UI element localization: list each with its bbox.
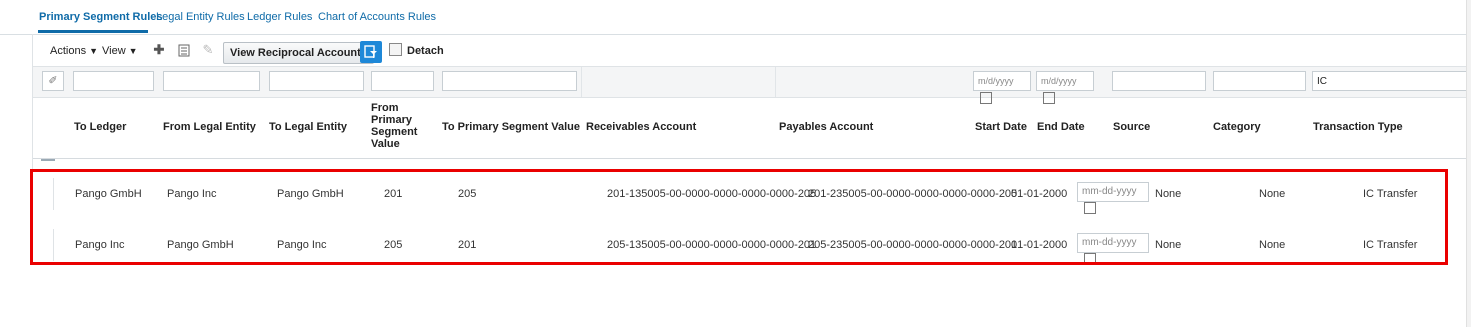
cell-receivables-account: 205-135005-00-0000-0000-0000-0000-201 xyxy=(607,239,817,251)
col-to-legal-entity[interactable]: To Legal Entity xyxy=(269,121,347,133)
table-row[interactable]: Pango GmbH Pango Inc Pango GmbH 201 205 … xyxy=(33,170,1471,218)
cell-to-legal-entity: Pango Inc xyxy=(277,239,327,251)
rules-table-panel: Actions ▼ View ▼ ✚ ✎ View Reciprocal Accou… xyxy=(32,34,1471,265)
cell-receivables-account: 201-135005-00-0000-0000-0000-0000-205 xyxy=(607,188,817,200)
tab-primary-segment-rules[interactable]: Primary Segment Rules xyxy=(39,11,163,23)
col-to-primary-segment-value[interactable]: To Primary Segment Value xyxy=(442,121,580,133)
cell-to-ledger: Pango Inc xyxy=(75,239,125,251)
tab-legal-entity-rules[interactable]: Legal Entity Rules xyxy=(156,11,245,23)
cell-to-legal-entity: Pango GmbH xyxy=(277,188,344,200)
col-receivables-account[interactable]: Receivables Account xyxy=(586,121,696,133)
chevron-down-icon: ▼ xyxy=(89,46,98,56)
cell-transaction-type: IC Transfer xyxy=(1363,188,1418,200)
column-divider xyxy=(775,67,776,97)
detach-label: Detach xyxy=(407,45,444,57)
filter-to-primary-segment[interactable] xyxy=(442,71,577,91)
tab-ledger-rules[interactable]: Ledger Rules xyxy=(247,11,312,23)
cell-from-legal-entity: Pango Inc xyxy=(167,188,217,200)
col-source[interactable]: Source xyxy=(1113,121,1150,133)
cell-to-primary-segment: 205 xyxy=(458,188,477,200)
cell-from-primary-segment: 205 xyxy=(384,239,403,251)
filter-transaction-type[interactable] xyxy=(1312,71,1470,91)
filter-from-legal-entity[interactable] xyxy=(163,71,260,91)
row-selector[interactable] xyxy=(53,229,54,261)
cell-transaction-type: IC Transfer xyxy=(1363,239,1418,251)
cell-start-date: 01-01-2000 xyxy=(1011,239,1068,251)
filter-start-date[interactable]: m/d/yyyy xyxy=(973,71,1031,104)
cell-start-date: 01-01-2000 xyxy=(1011,188,1068,200)
col-transaction-type[interactable]: Transaction Type xyxy=(1313,121,1403,133)
cell-category: None xyxy=(1259,188,1286,200)
filter-source[interactable] xyxy=(1112,71,1206,91)
view-reciprocal-accounts-button[interactable]: View Reciprocal Accounts xyxy=(223,42,374,64)
cell-category: None xyxy=(1259,239,1286,251)
column-header-row: To Ledger From Legal Entity To Legal Ent… xyxy=(33,96,1471,159)
col-from-legal-entity[interactable]: From Legal Entity xyxy=(163,121,256,133)
column-divider xyxy=(581,67,582,97)
end-date-input[interactable]: mm-dd-yyyy xyxy=(1077,233,1149,265)
cell-to-primary-segment: 201 xyxy=(458,239,477,251)
col-start-date[interactable]: Start Date xyxy=(975,121,1027,133)
add-icon[interactable]: ✚ xyxy=(152,42,166,57)
vertical-scrollbar[interactable] xyxy=(1466,0,1471,327)
detach-icon xyxy=(389,43,402,56)
subtab-bar: Primary Segment Rules Legal Entity Rules… xyxy=(0,0,1471,35)
end-date-placeholder: m/d/yyyy xyxy=(1041,76,1077,86)
active-tab-indicator xyxy=(38,30,148,33)
row-header-marker xyxy=(41,159,55,161)
qbe-pencil-icon[interactable]: ✐ xyxy=(42,71,64,91)
chevron-down-icon: ▼ xyxy=(128,46,138,56)
actions-menu[interactable]: Actions ▼ xyxy=(50,45,98,57)
edit-list-icon[interactable] xyxy=(177,43,191,57)
calendar-icon[interactable] xyxy=(1084,253,1096,265)
cell-from-legal-entity: Pango GmbH xyxy=(167,239,234,251)
calendar-icon[interactable] xyxy=(1084,202,1096,214)
filter-to-ledger[interactable] xyxy=(73,71,154,91)
col-to-ledger[interactable]: To Ledger xyxy=(74,121,126,133)
cell-payables-account: 201-235005-00-0000-0000-0000-0000-205 xyxy=(808,188,1018,200)
query-by-example-row: ✐ m/d/yyyy m/d/yyyy xyxy=(33,66,1471,104)
start-date-placeholder: m/d/yyyy xyxy=(978,76,1014,86)
filter-icon[interactable] xyxy=(360,41,382,63)
filter-end-date[interactable]: m/d/yyyy xyxy=(1036,71,1094,104)
view-menu-label: View xyxy=(102,45,126,57)
table-toolbar: Actions ▼ View ▼ ✚ ✎ View Reciprocal Accou… xyxy=(33,34,1471,66)
detach-button[interactable]: Detach xyxy=(389,43,444,57)
view-menu[interactable]: View ▼ xyxy=(102,45,138,57)
col-category[interactable]: Category xyxy=(1213,121,1261,133)
end-date-placeholder: mm-dd-yyyy xyxy=(1082,237,1137,248)
end-date-placeholder: mm-dd-yyyy xyxy=(1082,186,1137,197)
cell-source: None xyxy=(1155,239,1182,251)
cell-payables-account: 205-235005-00-0000-0000-0000-0000-201 xyxy=(808,239,1018,251)
cell-source: None xyxy=(1155,188,1182,200)
cell-from-primary-segment: 201 xyxy=(384,188,403,200)
row-selector[interactable] xyxy=(53,178,54,210)
cell-to-ledger: Pango GmbH xyxy=(75,188,142,200)
filter-category[interactable] xyxy=(1213,71,1306,91)
filter-to-legal-entity[interactable] xyxy=(269,71,364,91)
col-from-primary-segment-value[interactable]: From Primary Segment Value xyxy=(371,102,431,150)
actions-menu-label: Actions xyxy=(50,45,87,57)
pencil-icon[interactable]: ✎ xyxy=(201,42,215,57)
filter-from-primary-segment[interactable] xyxy=(371,71,434,91)
end-date-input[interactable]: mm-dd-yyyy xyxy=(1077,182,1149,214)
col-payables-account[interactable]: Payables Account xyxy=(779,121,873,133)
table-row[interactable]: Pango Inc Pango GmbH Pango Inc 205 201 2… xyxy=(33,221,1471,269)
tab-chart-of-accounts-rules[interactable]: Chart of Accounts Rules xyxy=(318,11,436,23)
col-end-date[interactable]: End Date xyxy=(1037,121,1085,133)
